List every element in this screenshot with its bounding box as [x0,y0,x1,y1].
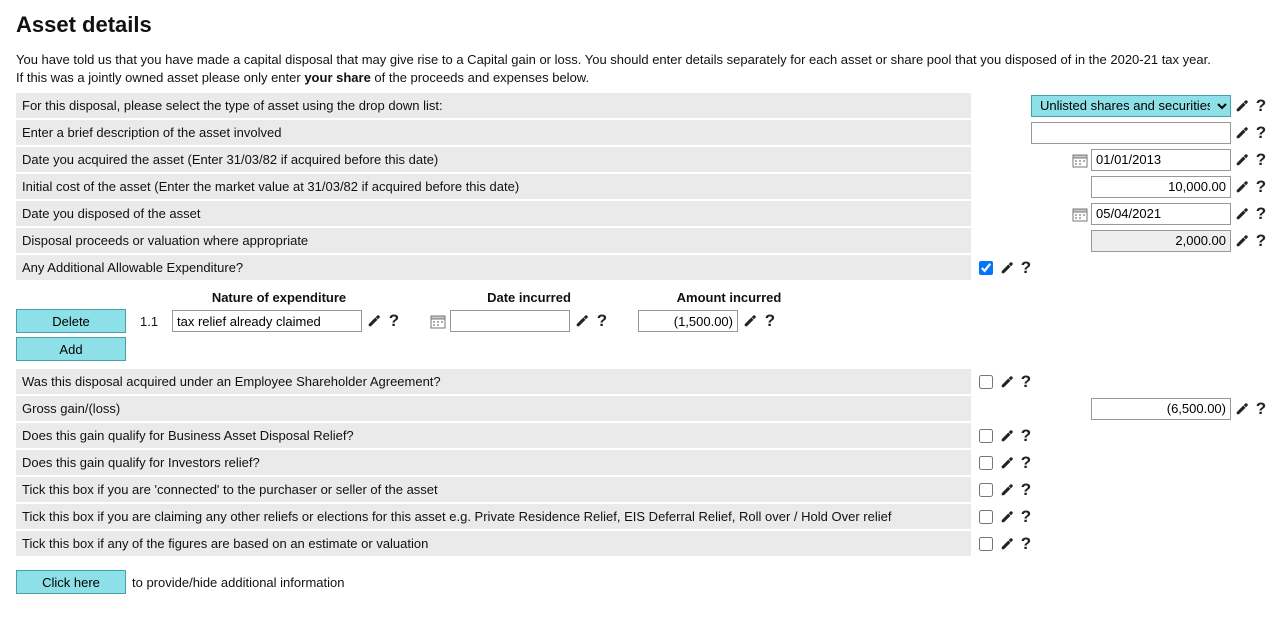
help-icon[interactable]: ? [1018,482,1034,498]
help-icon[interactable]: ? [1018,428,1034,444]
help-icon[interactable]: ? [1018,536,1034,552]
calendar-icon[interactable] [1072,206,1088,222]
help-icon[interactable]: ? [1018,260,1034,276]
calendar-icon[interactable] [1072,152,1088,168]
help-icon[interactable]: ? [594,313,610,329]
help-icon[interactable]: ? [1253,98,1269,114]
badr-checkbox[interactable] [979,429,993,443]
label-date-disposed: Date you disposed of the asset [16,201,971,226]
connected-checkbox[interactable] [979,483,993,497]
delete-button[interactable]: Delete [16,309,126,333]
help-icon[interactable]: ? [1018,509,1034,525]
pencil-icon[interactable] [999,455,1015,471]
label-connected: Tick this box if you are 'connected' to … [16,477,971,502]
label-estimate: Tick this box if any of the figures are … [16,531,971,556]
intro-text: You have told us that you have made a ca… [16,51,1216,87]
help-icon[interactable]: ? [1018,374,1034,390]
click-here-hint: to provide/hide additional information [132,575,344,590]
description-input[interactable] [1031,122,1231,144]
intro-bold: your share [304,70,370,85]
pencil-icon[interactable] [1234,179,1250,195]
help-icon[interactable]: ? [386,313,402,329]
help-icon[interactable]: ? [1253,233,1269,249]
expend-nature-input[interactable] [172,310,362,332]
pencil-icon[interactable] [999,509,1015,525]
label-description: Enter a brief description of the asset i… [16,120,971,145]
date-disposed-input[interactable] [1091,203,1231,225]
help-icon[interactable]: ? [1253,401,1269,417]
intro-part1: You have told us that you have made a ca… [16,52,1211,85]
head-date: Date incurred [434,290,624,305]
label-initial-cost: Initial cost of the asset (Enter the mar… [16,174,971,199]
gross-input[interactable] [1091,398,1231,420]
label-asset-type: For this disposal, please select the typ… [16,93,971,118]
pencil-icon[interactable] [999,260,1015,276]
pencil-icon[interactable] [1234,125,1250,141]
label-esa: Was this disposal acquired under an Empl… [16,369,971,394]
initial-cost-input[interactable] [1091,176,1231,198]
any-additional-checkbox[interactable] [979,261,993,275]
add-button[interactable]: Add [16,337,126,361]
expend-index: 1.1 [138,314,168,329]
date-acquired-input[interactable] [1091,149,1231,171]
other-relief-checkbox[interactable] [979,510,993,524]
esa-checkbox[interactable] [979,375,993,389]
expend-amount-input[interactable] [638,310,738,332]
pencil-icon[interactable] [366,313,382,329]
label-gross: Gross gain/(loss) [16,396,971,421]
pencil-icon[interactable] [1234,233,1250,249]
click-here-button[interactable]: Click here [16,570,126,594]
estimate-checkbox[interactable] [979,537,993,551]
label-any-additional: Any Additional Allowable Expenditure? [16,255,971,280]
expend-date-input[interactable] [450,310,570,332]
calendar-icon[interactable] [430,313,446,329]
pencil-icon[interactable] [574,313,590,329]
label-proceeds: Disposal proceeds or valuation where app… [16,228,971,253]
pencil-icon[interactable] [1234,98,1250,114]
help-icon[interactable]: ? [1253,206,1269,222]
label-date-acquired: Date you acquired the asset (Enter 31/03… [16,147,971,172]
pencil-icon[interactable] [1234,152,1250,168]
head-nature: Nature of expenditure [164,290,394,305]
investors-checkbox[interactable] [979,456,993,470]
help-icon[interactable]: ? [1253,125,1269,141]
pencil-icon[interactable] [1234,401,1250,417]
help-icon[interactable]: ? [1253,179,1269,195]
label-investors: Does this gain qualify for Investors rel… [16,450,971,475]
pencil-icon[interactable] [999,428,1015,444]
asset-type-select[interactable]: Unlisted shares and securities [1031,95,1231,117]
intro-part2: of the proceeds and expenses below. [371,70,589,85]
pencil-icon[interactable] [999,374,1015,390]
head-amount: Amount incurred [654,290,804,305]
label-other-relief: Tick this box if you are claiming any ot… [16,504,971,529]
page-title: Asset details [16,12,1269,38]
pencil-icon[interactable] [999,482,1015,498]
proceeds-input[interactable] [1091,230,1231,252]
help-icon[interactable]: ? [1253,152,1269,168]
help-icon[interactable]: ? [762,313,778,329]
pencil-icon[interactable] [1234,206,1250,222]
pencil-icon[interactable] [999,536,1015,552]
help-icon[interactable]: ? [1018,455,1034,471]
label-badr: Does this gain qualify for Business Asse… [16,423,971,448]
pencil-icon[interactable] [742,313,758,329]
